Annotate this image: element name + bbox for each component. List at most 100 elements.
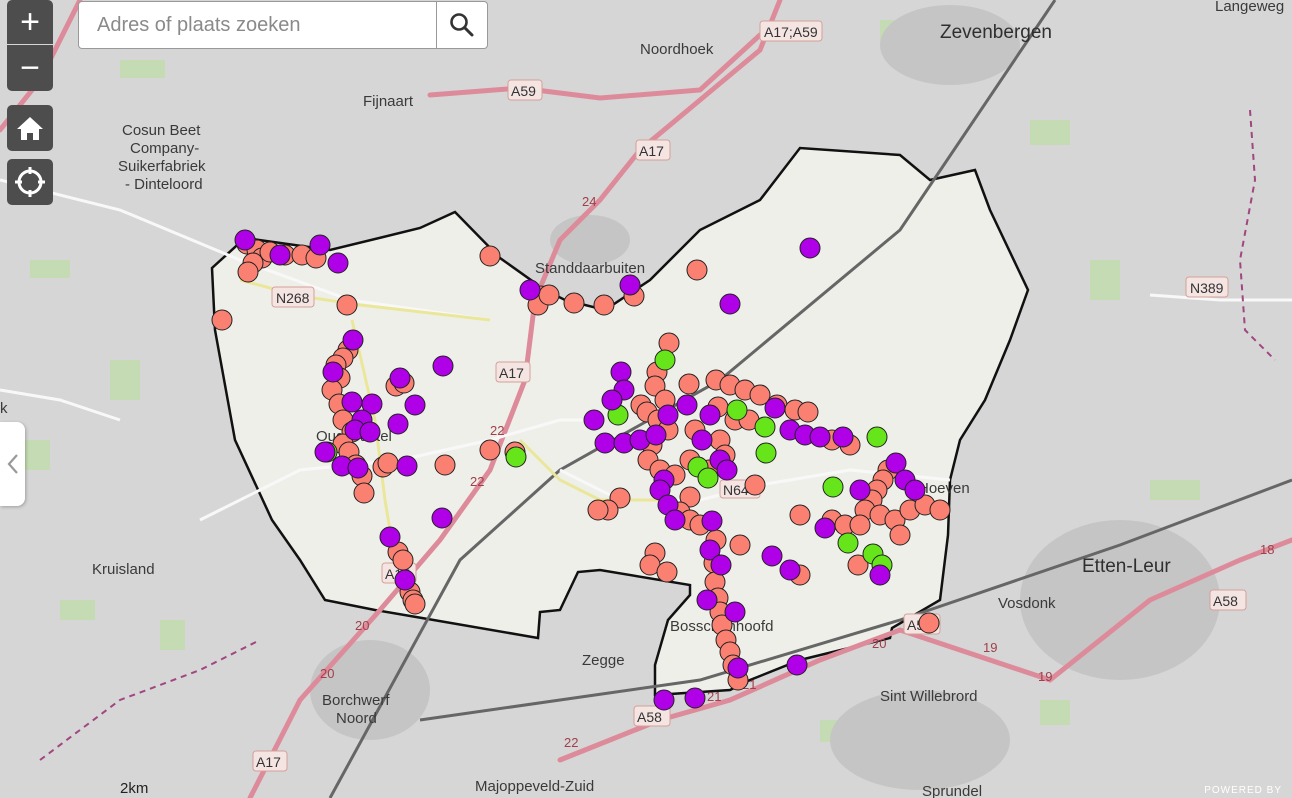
purple-point-marker[interactable]: [645, 424, 667, 446]
purple-point-marker[interactable]: [719, 293, 741, 315]
salmon-point-marker[interactable]: [678, 373, 700, 395]
purple-point-marker[interactable]: [394, 569, 416, 591]
salmon-point-marker[interactable]: [789, 504, 811, 526]
salmon-point-marker[interactable]: [744, 474, 766, 496]
purple-point-marker[interactable]: [610, 361, 632, 383]
green-point-marker[interactable]: [837, 532, 859, 554]
salmon-point-marker[interactable]: [479, 439, 501, 461]
purple-point-marker[interactable]: [699, 404, 721, 426]
purple-point-marker[interactable]: [664, 509, 686, 531]
purple-point-marker[interactable]: [684, 687, 706, 709]
green-point-marker[interactable]: [866, 426, 888, 448]
salmon-point-marker[interactable]: [729, 534, 751, 556]
green-point-marker[interactable]: [726, 399, 748, 421]
shield-a17-a59: A17;A59: [759, 20, 823, 42]
purple-point-marker[interactable]: [869, 564, 891, 586]
purple-point-marker[interactable]: [327, 252, 349, 274]
salmon-point-marker[interactable]: [336, 294, 358, 316]
search-button[interactable]: [436, 2, 487, 48]
purple-point-marker[interactable]: [814, 517, 836, 539]
salmon-point-marker[interactable]: [889, 524, 911, 546]
svg-text:A17: A17: [639, 143, 664, 159]
purple-point-marker[interactable]: [696, 589, 718, 611]
salmon-point-marker[interactable]: [849, 514, 871, 536]
zoom-in-label: +: [20, 2, 40, 41]
home-button[interactable]: [7, 105, 53, 151]
salmon-point-marker[interactable]: [237, 261, 259, 283]
purple-point-marker[interactable]: [716, 459, 738, 481]
purple-point-marker[interactable]: [619, 274, 641, 296]
salmon-point-marker[interactable]: [656, 561, 678, 583]
purple-point-marker[interactable]: [431, 507, 453, 529]
salmon-point-marker[interactable]: [392, 549, 414, 571]
purple-point-marker[interactable]: [347, 457, 369, 479]
green-point-marker[interactable]: [755, 442, 777, 464]
salmon-point-marker[interactable]: [593, 294, 615, 316]
base-map[interactable]: Zevenbergen Noordhoek Fijnaart Cosun Bee…: [0, 0, 1292, 798]
salmon-point-marker[interactable]: [434, 454, 456, 476]
salmon-point-marker[interactable]: [587, 499, 609, 521]
search-input[interactable]: [79, 2, 436, 48]
label-cosun-2: Company-: [130, 140, 199, 157]
salmon-point-marker[interactable]: [404, 593, 426, 615]
purple-point-marker[interactable]: [601, 389, 623, 411]
green-point-marker[interactable]: [697, 467, 719, 489]
purple-point-marker[interactable]: [657, 404, 679, 426]
purple-point-marker[interactable]: [519, 279, 541, 301]
locate-button[interactable]: [7, 159, 53, 205]
purple-point-marker[interactable]: [583, 409, 605, 431]
label-fijnaart: Fijnaart: [363, 93, 414, 110]
purple-point-marker[interactable]: [761, 545, 783, 567]
salmon-point-marker[interactable]: [538, 284, 560, 306]
purple-point-marker[interactable]: [724, 601, 746, 623]
salmon-point-marker[interactable]: [353, 482, 375, 504]
purple-point-marker[interactable]: [269, 244, 291, 266]
zoom-out-button[interactable]: −: [7, 45, 53, 91]
purple-point-marker[interactable]: [404, 394, 426, 416]
green-point-marker[interactable]: [505, 446, 527, 468]
purple-point-marker[interactable]: [432, 355, 454, 377]
salmon-point-marker[interactable]: [918, 612, 940, 634]
purple-point-marker[interactable]: [710, 554, 732, 576]
purple-point-marker[interactable]: [314, 441, 336, 463]
purple-point-marker[interactable]: [594, 432, 616, 454]
salmon-point-marker[interactable]: [563, 292, 585, 314]
purple-point-marker[interactable]: [342, 329, 364, 351]
svg-text:A58: A58: [1213, 593, 1238, 609]
purple-point-marker[interactable]: [904, 479, 926, 501]
purple-point-marker[interactable]: [764, 397, 786, 419]
salmon-point-marker[interactable]: [479, 245, 501, 267]
chevron-left-icon: [7, 454, 18, 474]
green-point-marker[interactable]: [654, 349, 676, 371]
purple-point-marker[interactable]: [786, 654, 808, 676]
purple-point-marker[interactable]: [727, 657, 749, 679]
green-point-marker[interactable]: [754, 416, 776, 438]
purple-point-marker[interactable]: [849, 479, 871, 501]
purple-point-marker[interactable]: [387, 413, 409, 435]
purple-point-marker[interactable]: [379, 526, 401, 548]
purple-point-marker[interactable]: [701, 510, 723, 532]
salmon-point-marker[interactable]: [686, 259, 708, 281]
side-panel-toggle[interactable]: [0, 422, 25, 506]
purple-point-marker[interactable]: [779, 559, 801, 581]
green-point-marker[interactable]: [822, 476, 844, 498]
purple-point-marker[interactable]: [309, 234, 331, 256]
zoom-in-button[interactable]: +: [7, 0, 53, 44]
purple-point-marker[interactable]: [809, 426, 831, 448]
purple-point-marker[interactable]: [832, 426, 854, 448]
purple-point-marker[interactable]: [653, 689, 675, 711]
purple-point-marker[interactable]: [691, 429, 713, 451]
purple-point-marker[interactable]: [799, 237, 821, 259]
salmon-point-marker[interactable]: [211, 309, 233, 331]
salmon-point-marker[interactable]: [929, 499, 951, 521]
purple-point-marker[interactable]: [396, 455, 418, 477]
shield-a17-north: A17: [635, 139, 671, 161]
purple-point-marker[interactable]: [322, 361, 344, 383]
purple-point-marker[interactable]: [234, 229, 256, 251]
purple-point-marker[interactable]: [341, 391, 363, 413]
purple-point-marker[interactable]: [359, 421, 381, 443]
salmon-point-marker[interactable]: [377, 452, 399, 474]
salmon-point-marker[interactable]: [797, 401, 819, 423]
purple-point-marker[interactable]: [676, 394, 698, 416]
purple-point-marker[interactable]: [389, 367, 411, 389]
